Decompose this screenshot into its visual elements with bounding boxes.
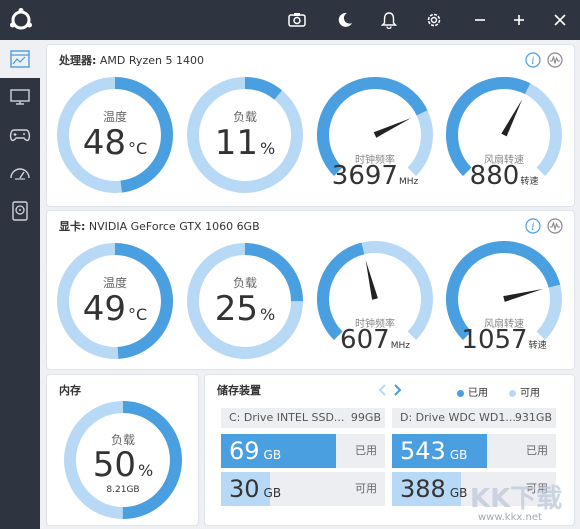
drive-c-used-value: 69 GB [229,437,282,465]
drive-d-header: D: Drive WDC WD1... 931GB [392,408,556,428]
sidebar [0,40,40,529]
cpu-clock-value: 3697MHz [331,161,419,191]
camera-icon[interactable] [285,8,309,32]
disk-icon [12,201,28,221]
legend-used-dot [457,389,464,397]
dial-needle [503,289,543,302]
gpu-label: 显卡: [59,220,86,233]
gpu-load-value: 25% [214,289,276,329]
sidebar-item-performance[interactable] [0,154,40,192]
drive-d-used-tag: 已用 [526,444,548,457]
monitor-icon [10,89,30,105]
title-bar [0,0,580,40]
prev-arrow-icon[interactable] [377,382,389,396]
drive-c-used-tag: 已用 [355,444,377,457]
cpu-title: 处理器: AMD Ryzen 5 1400 [59,52,204,68]
memory-title: 内存 [59,384,81,397]
maximize-icon[interactable] [507,8,531,32]
sidebar-item-hardware[interactable] [0,78,40,116]
cpu-name: AMD Ryzen 5 1400 [99,54,204,67]
memory-panel: 内存 负载 50% 8.21GB [46,374,199,526]
cpu-panel: 处理器: AMD Ryzen 5 1400 i 温度 48 °C 负载 11% 时… [46,44,575,207]
cpu-load-gauge: 负载 11% [185,75,305,195]
app-logo-icon [8,7,34,33]
cpu-temp-value: 48 °C [82,123,148,163]
sidebar-item-dashboard[interactable] [0,40,40,78]
memory-used-amount: 8.21GB [106,485,140,495]
dial-needle [365,260,378,300]
storage-title: 储存装置 [217,384,261,397]
moon-icon[interactable] [333,8,357,32]
gear-icon[interactable] [422,8,446,32]
legend-free-dot [509,389,516,397]
drive-c-header: C: Drive INTEL SSD... 99GB [221,408,385,428]
gpu-clock-value: 607MHz [340,325,410,355]
close-icon[interactable] [548,8,572,32]
waveform-icon[interactable] [547,52,563,68]
gpu-temp-value: 49 °C [82,289,148,329]
drive-c-free-value: 30 GB [229,475,282,503]
legend-free: 可用 [509,384,540,399]
svg-text:i: i [531,56,534,67]
watermark-brand: KK下载 [470,484,563,514]
gpu-load-gauge: 负载 25% [185,241,305,361]
info-icon[interactable]: i [525,52,541,68]
gamepad-icon [9,129,31,142]
waveform-icon[interactable] [547,218,563,234]
sidebar-item-storage[interactable] [0,192,40,230]
dial-needle [373,117,412,138]
drive-c-free-bar: 30 GB 可用 [221,472,385,506]
speedometer-icon [10,168,30,180]
drive-d-used-value: 543 GB [400,437,468,465]
gpu-fan-value: 1057转速 [461,325,547,355]
info-icon[interactable]: i [525,218,541,234]
cpu-fan-value: 880转速 [469,161,539,191]
minimize-icon[interactable] [468,8,492,32]
cpu-fan-gauge: 风扇转速 880转速 [442,73,566,197]
cpu-label: 处理器: [59,54,97,67]
gpu-title: 显卡: NVIDIA GeForce GTX 1060 6GB [59,218,260,234]
sidebar-item-game[interactable] [0,116,40,154]
drive-c-free-tag: 可用 [355,482,377,495]
memory-load-value: 50% [92,445,154,485]
gpu-panel: 显卡: NVIDIA GeForce GTX 1060 6GB i 温度 49 °… [46,210,575,370]
cpu-clock-gauge: 时钟频率 3697MHz [313,73,437,197]
gpu-name: NVIDIA GeForce GTX 1060 6GB [88,220,260,233]
cpu-temp-gauge: 温度 48 °C [55,75,175,195]
memory-load-gauge: 负载 50% 8.21GB [62,399,184,521]
svg-text:i: i [531,222,534,233]
drive-c-used-bar: 69 GB 已用 [221,434,385,468]
legend-used: 已用 [457,384,488,399]
gpu-clock-gauge: 时钟频率 607MHz [313,237,437,361]
drive-d-used-bar: 543 GB 已用 [392,434,556,468]
gpu-fan-gauge: 风扇转速 1057转速 [442,237,566,361]
drive-d-free-value: 388 GB [400,475,468,503]
gpu-temp-gauge: 温度 49 °C [55,241,175,361]
dial-needle [501,99,523,137]
dashboard-icon [10,50,30,68]
bell-icon[interactable] [377,8,401,32]
next-arrow-icon[interactable] [391,382,403,396]
watermark-url: www.kkx.net [478,512,542,523]
cpu-load-value: 11% [214,123,276,163]
